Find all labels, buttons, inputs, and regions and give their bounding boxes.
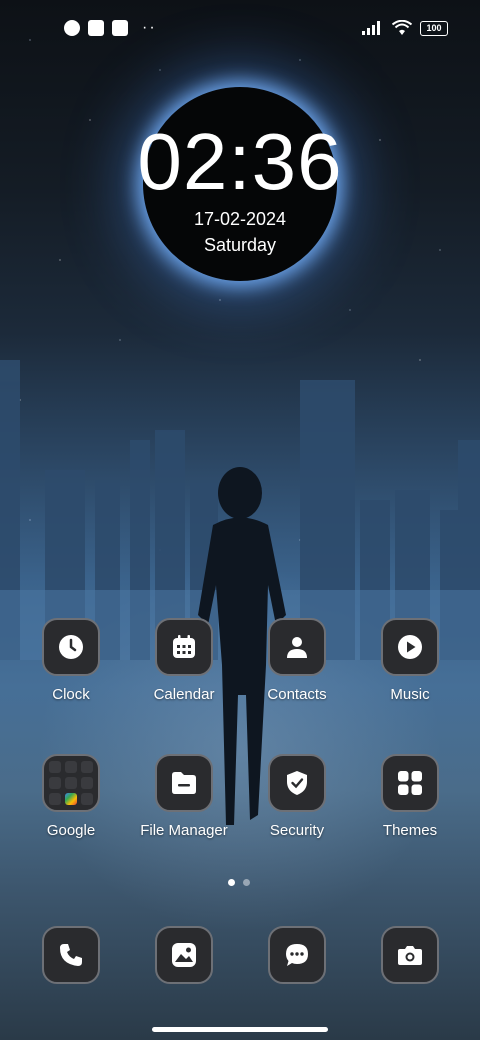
folder-icon bbox=[172, 772, 196, 794]
dock-messages[interactable] bbox=[237, 926, 357, 984]
upload-icon bbox=[112, 20, 128, 36]
gallery-tile[interactable] bbox=[155, 926, 213, 984]
app-label: Google bbox=[46, 822, 96, 839]
app-security[interactable]: Security bbox=[237, 754, 357, 839]
google-folder-icon bbox=[49, 761, 93, 805]
app-themes[interactable]: Themes bbox=[350, 754, 470, 839]
battery-indicator: 100 bbox=[420, 20, 448, 36]
camera-icon bbox=[398, 946, 422, 965]
dock-gallery[interactable] bbox=[124, 926, 244, 984]
app-label: Clock bbox=[52, 686, 90, 703]
app-calendar[interactable]: Calendar bbox=[124, 618, 244, 703]
calendar-app-tile[interactable] bbox=[155, 618, 213, 676]
notification-app-icon bbox=[64, 20, 80, 36]
google-folder-tile[interactable] bbox=[42, 754, 100, 812]
app-label: Contacts bbox=[267, 686, 327, 703]
messages-icon bbox=[286, 944, 308, 966]
music-icon bbox=[398, 635, 422, 659]
signal-icon bbox=[362, 21, 380, 35]
notification-square-icon bbox=[88, 20, 104, 36]
page-indicator[interactable] bbox=[228, 879, 250, 886]
themes-tile[interactable] bbox=[381, 754, 439, 812]
clock-date: 17-02-2024 bbox=[193, 209, 287, 229]
page-dot-1[interactable] bbox=[228, 879, 235, 886]
security-tile[interactable] bbox=[268, 754, 326, 812]
clock-app-tile[interactable] bbox=[42, 618, 100, 676]
file-manager-tile[interactable] bbox=[155, 754, 213, 812]
app-label: Security bbox=[269, 822, 325, 839]
dock-phone[interactable] bbox=[11, 926, 131, 984]
app-file-manager[interactable]: File Manager bbox=[124, 754, 244, 839]
shield-icon bbox=[287, 771, 307, 795]
phone-icon bbox=[60, 944, 82, 966]
calendar-icon bbox=[173, 635, 195, 658]
app-clock[interactable]: Clock bbox=[11, 618, 131, 703]
wifi-icon bbox=[392, 20, 412, 35]
notification-icons: ·· bbox=[64, 20, 157, 36]
app-google-folder[interactable]: Google bbox=[11, 754, 131, 839]
dock-camera[interactable] bbox=[350, 926, 470, 984]
app-label: Music bbox=[390, 686, 430, 703]
clock-day: Saturday bbox=[203, 235, 277, 255]
home-gesture-bar[interactable] bbox=[152, 1027, 328, 1032]
themes-icon bbox=[398, 771, 422, 795]
contacts-app-tile[interactable] bbox=[268, 618, 326, 676]
system-icons: 100 bbox=[362, 20, 448, 36]
app-label: File Manager bbox=[140, 822, 228, 839]
more-notifications-indicator: ·· bbox=[142, 19, 157, 36]
clock-icon bbox=[59, 635, 83, 659]
app-label: Calendar bbox=[153, 686, 215, 703]
camera-tile[interactable] bbox=[381, 926, 439, 984]
app-label: Themes bbox=[382, 822, 438, 839]
phone-tile[interactable] bbox=[42, 926, 100, 984]
music-app-tile[interactable] bbox=[381, 618, 439, 676]
gallery-icon bbox=[172, 943, 196, 967]
clock-time: 02:36 bbox=[137, 117, 343, 206]
app-contacts[interactable]: Contacts bbox=[237, 618, 357, 703]
page-dot-2[interactable] bbox=[243, 879, 250, 886]
app-music[interactable]: Music bbox=[350, 618, 470, 703]
messages-tile[interactable] bbox=[268, 926, 326, 984]
contacts-icon bbox=[287, 637, 307, 658]
status-bar: ·· 100 bbox=[0, 14, 480, 42]
